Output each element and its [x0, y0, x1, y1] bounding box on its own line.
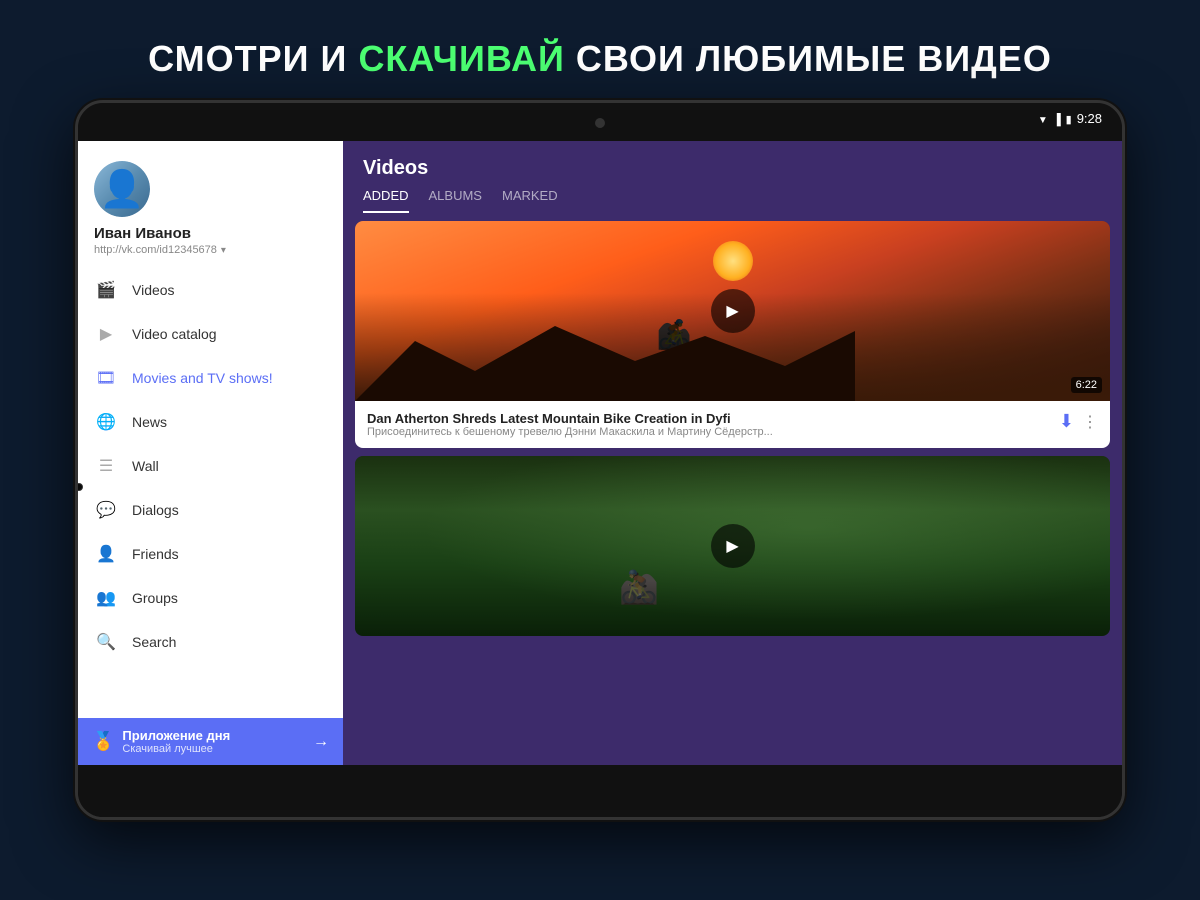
- app-screen: Иван Иванов http://vk.com/id12345678 ▾ 🎬…: [78, 141, 1122, 765]
- sidebar-label-wall: Wall: [132, 458, 159, 474]
- promo-subtitle: Скачивай лучшее: [122, 743, 305, 755]
- clock: 9:28: [1077, 111, 1102, 126]
- person-icon: 👤: [94, 542, 118, 566]
- video-info-1: Dan Atherton Shreds Latest Mountain Bike…: [355, 401, 1110, 448]
- sun-graphic: [713, 241, 753, 281]
- sidebar-item-friends[interactable]: 👤 Friends: [78, 532, 343, 576]
- power-button: [1122, 303, 1125, 343]
- sidebar-label-friends: Friends: [132, 546, 179, 562]
- back-nav-button[interactable]: ◁: [502, 781, 516, 802]
- sidebar-label-dialogs: Dialogs: [132, 502, 179, 518]
- duration-badge-1: 6:22: [1071, 377, 1102, 393]
- sidebar-label-videos: Videos: [132, 282, 175, 298]
- search-icon: 🔍: [94, 630, 118, 654]
- header-text: СМОТРИ И СКАЧИВАЙ СВОИ ЛЮБИМЫЕ ВИДЕО: [148, 38, 1052, 79]
- video-subtitle-1: Присоединитесь к бешеному тревелю Дэнни …: [367, 426, 1051, 438]
- bottom-navigation: ◁ ○ □: [78, 765, 1122, 817]
- sidebar-item-videos[interactable]: 🎬 Videos: [78, 268, 343, 312]
- tab-albums[interactable]: ALBUMS: [429, 188, 482, 213]
- play-icon: ▶: [94, 322, 118, 346]
- profile-section: Иван Иванов http://vk.com/id12345678 ▾: [78, 141, 343, 268]
- status-bar: 9:28: [1038, 111, 1102, 126]
- sidebar-item-news[interactable]: 🌐 News: [78, 400, 343, 444]
- header-banner: СМОТРИ И СКАЧИВАЙ СВОИ ЛЮБИМЫЕ ВИДЕО: [148, 38, 1052, 80]
- signal-icon: [1053, 111, 1061, 126]
- chat-icon: 💬: [94, 498, 118, 522]
- tab-marked[interactable]: MARKED: [502, 188, 558, 213]
- volume-button: [75, 343, 78, 393]
- list-icon: ☰: [94, 454, 118, 478]
- nav-list: 🎬 Videos ▶ Video catalog 🎞 Movies and TV…: [78, 268, 343, 718]
- profile-url: http://vk.com/id12345678: [94, 244, 217, 256]
- battery-icon: [1066, 111, 1072, 126]
- header-text-part2: СВОИ ЛЮБИМЫЕ ВИДЕО: [565, 38, 1052, 79]
- video-title-block-1: Dan Atherton Shreds Latest Mountain Bike…: [367, 411, 1051, 438]
- sidebar-item-wall[interactable]: ☰ Wall: [78, 444, 343, 488]
- dropdown-arrow-icon[interactable]: ▾: [221, 245, 226, 256]
- sidebar-item-video-catalog[interactable]: ▶ Video catalog: [78, 312, 343, 356]
- sidebar-label-search: Search: [132, 634, 176, 650]
- group-icon: 👥: [94, 586, 118, 610]
- sidebar-item-dialogs[interactable]: 💬 Dialogs: [78, 488, 343, 532]
- promo-bar[interactable]: 🏅 Приложение дня Скачивай лучшее →: [78, 718, 343, 765]
- tablet-device: 9:28 Иван Иванов http://vk: [75, 100, 1125, 820]
- avatar[interactable]: [94, 161, 150, 217]
- tabs-row: ADDED ALBUMS MARKED: [343, 180, 1122, 213]
- video-thumbnail-1: 🚵 ▶ 6:22: [355, 221, 1110, 401]
- promo-arrow-icon: →: [313, 733, 329, 751]
- profile-name: Иван Иванов: [94, 225, 327, 242]
- video-card-1[interactable]: 🚵 ▶ 6:22 Dan Atherton Shre: [355, 221, 1110, 448]
- promo-text-block: Приложение дня Скачивай лучшее: [122, 728, 305, 755]
- globe-icon: 🌐: [94, 410, 118, 434]
- home-nav-button[interactable]: ○: [596, 781, 607, 802]
- sidebar-label-movies: Movies and TV shows!: [132, 370, 273, 386]
- wifi-icon: [1038, 111, 1048, 126]
- camera-hole: [75, 483, 83, 491]
- header-highlight: СКАЧИВАЙ: [358, 38, 564, 79]
- videos-title: Videos: [343, 141, 1122, 180]
- forest-biker-graphic: 🚵: [619, 568, 659, 606]
- film-icon: 🎞: [94, 366, 118, 390]
- more-options-button-1[interactable]: ⋮: [1082, 412, 1098, 432]
- recents-nav-button[interactable]: □: [687, 781, 698, 802]
- sidebar-label-video-catalog: Video catalog: [132, 326, 217, 342]
- sidebar-label-groups: Groups: [132, 590, 178, 606]
- promo-medal-icon: 🏅: [92, 731, 114, 752]
- play-button-2[interactable]: ▶: [711, 524, 755, 568]
- tablet-frame: 9:28 Иван Иванов http://vk: [75, 100, 1125, 820]
- right-panel: Videos ADDED ALBUMS MARKED: [343, 141, 1122, 765]
- tab-added[interactable]: ADDED: [363, 188, 409, 213]
- promo-title: Приложение дня: [122, 728, 305, 743]
- video-camera-icon: 🎬: [94, 278, 118, 302]
- avatar-image: [94, 161, 150, 217]
- sidebar-item-movies[interactable]: 🎞 Movies and TV shows!: [78, 356, 343, 400]
- sidebar-item-search[interactable]: 🔍 Search: [78, 620, 343, 664]
- video-title-1: Dan Atherton Shreds Latest Mountain Bike…: [367, 411, 1051, 426]
- profile-url-row: http://vk.com/id12345678 ▾: [94, 244, 327, 256]
- sidebar-item-groups[interactable]: 👥 Groups: [78, 576, 343, 620]
- sidebar-label-news: News: [132, 414, 167, 430]
- main-content: Иван Иванов http://vk.com/id12345678 ▾ 🎬…: [78, 141, 1122, 765]
- video-thumbnail-2: 🚵 ▶: [355, 456, 1110, 636]
- camera-indicator: [595, 118, 605, 128]
- video-list: 🚵 ▶ 6:22 Dan Atherton Shre: [343, 213, 1122, 765]
- play-button-1[interactable]: ▶: [711, 289, 755, 333]
- header-text-part1: СМОТРИ И: [148, 38, 358, 79]
- video-actions-1: ⬇ ⋮: [1059, 411, 1098, 432]
- video-card-2[interactable]: 🚵 ▶: [355, 456, 1110, 636]
- mountain-svg: [355, 321, 855, 401]
- sidebar: Иван Иванов http://vk.com/id12345678 ▾ 🎬…: [78, 141, 343, 765]
- download-button-1[interactable]: ⬇: [1059, 411, 1074, 432]
